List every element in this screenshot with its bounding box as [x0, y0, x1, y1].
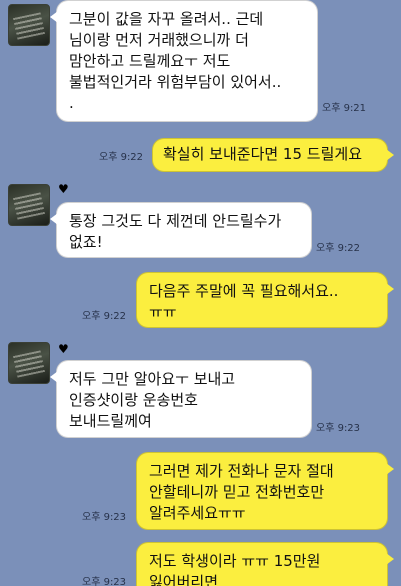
message-bubble-outgoing[interactable]: 확실히 보내준다면 15 드릴게요 [152, 138, 394, 172]
avatar[interactable] [8, 184, 50, 226]
message-time: 오후 9:22 [316, 243, 361, 254]
heart-icon: ♥ [58, 342, 69, 356]
message-bubble-outgoing[interactable]: 다음주 주말에 꼭 필요해서요.. ㅠㅠ [136, 272, 394, 328]
avatar[interactable] [8, 4, 50, 46]
message-time: 오후 9:23 [316, 423, 361, 434]
message-bubble-outgoing[interactable]: 그러면 제가 전화나 문자 절대 안할테니까 믿고 전화번호만 알려주세요ㅠㅠ [136, 452, 394, 530]
message-bubble-incoming[interactable]: 그분이 값을 자꾸 올려서.. 근데 님이랑 먼저 거래했으니까 더 맘안하고 … [50, 0, 318, 122]
heart-icon: ♥ [58, 182, 69, 196]
message-time: 오후 9:22 [99, 152, 144, 163]
message-time: 오후 9:23 [82, 512, 127, 523]
message-bubble-outgoing[interactable]: 저도 학생이라 ㅠㅠ 15만원 잃어버리면 [136, 542, 394, 586]
message-bubble-incoming[interactable]: 통장 그것도 다 제껀데 안드릴수가 없죠! [50, 202, 312, 258]
message-time: 오후 9:21 [322, 103, 367, 114]
avatar[interactable] [8, 342, 50, 384]
message-time: 오후 9:22 [82, 311, 127, 322]
message-time: 오후 9:23 [82, 577, 127, 586]
message-bubble-incoming[interactable]: 저두 그만 알아요ㅜ 보내고 인증샷이랑 운송번호 보내드릴께여 [50, 360, 312, 438]
chat-area[interactable]: 그분이 값을 자꾸 올려서.. 근데 님이랑 먼저 거래했으니까 더 맘안하고 … [0, 0, 401, 586]
